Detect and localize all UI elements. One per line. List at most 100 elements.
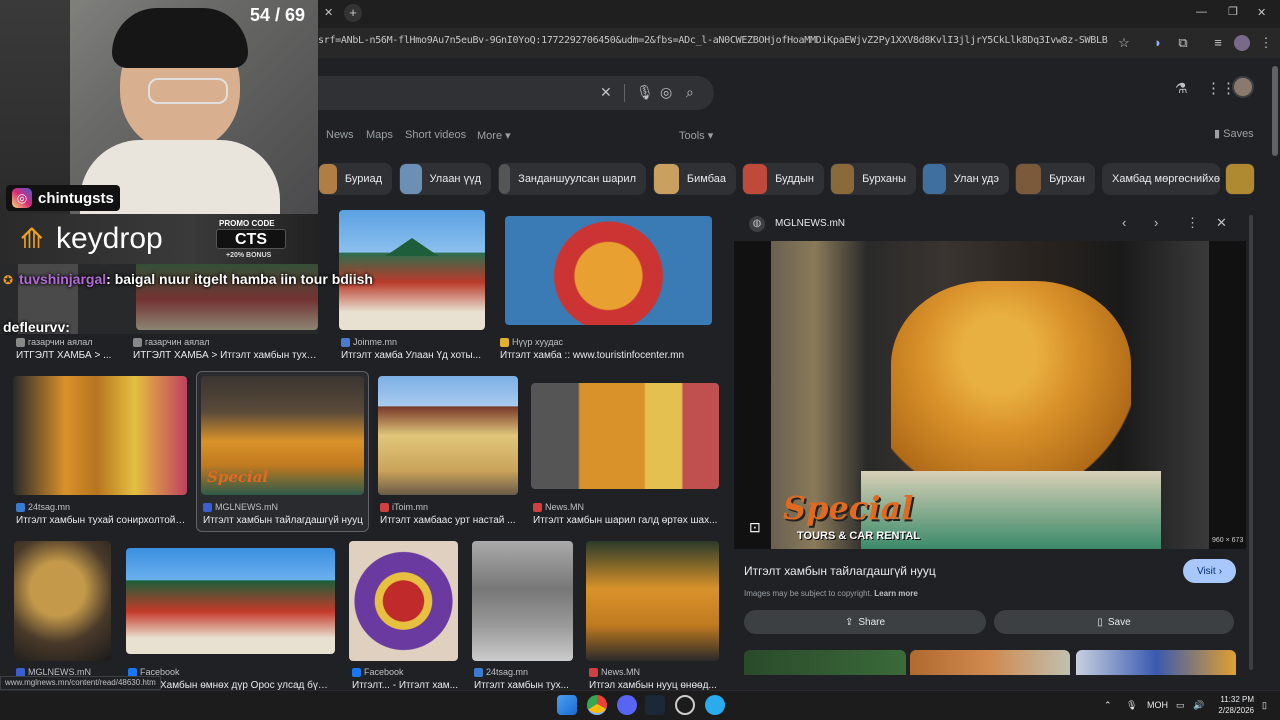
tray-chevron-icon[interactable]: ⌃ xyxy=(1104,700,1112,711)
chip-ulaan-uud[interactable]: Улаан үүд xyxy=(399,163,491,195)
save-button[interactable]: ▯ Save xyxy=(994,610,1234,634)
panel-more-icon[interactable]: ⋮ xyxy=(1186,215,1199,231)
maximize-icon[interactable]: ❐ xyxy=(1228,5,1238,18)
lens-search-icon[interactable]: ◎ xyxy=(660,84,672,101)
panel-title[interactable]: Итгэлт хамбын тайлагдашгүй нууц xyxy=(744,564,936,578)
result-image-9[interactable] xyxy=(126,548,335,654)
new-tab-icon[interactable]: + xyxy=(344,4,362,22)
account-avatar[interactable] xyxy=(1232,76,1254,98)
discord-icon[interactable] xyxy=(617,695,637,715)
chip-bimbaa[interactable]: Бимбаа xyxy=(653,163,736,195)
result-title[interactable]: Итгэлт хамбын тайлагдашгүй нууц xyxy=(203,515,363,526)
preview-image[interactable]: Special TOURS & CAR RENTAL xyxy=(771,241,1209,549)
voice-search-icon[interactable]: 🎙 xyxy=(636,84,654,101)
result-image-2[interactable] xyxy=(339,210,485,330)
result-image-12[interactable] xyxy=(586,541,719,661)
lens-icon[interactable]: ⊡ xyxy=(749,519,761,536)
labs-flask-icon[interactable]: ⚗ xyxy=(1175,80,1188,97)
result-image-5[interactable]: Special xyxy=(201,376,364,495)
start-icon[interactable] xyxy=(557,695,577,715)
result-title[interactable]: Итгэлт хамба Улаан Үд хоты... xyxy=(341,350,486,361)
share-button[interactable]: ⇪ Share xyxy=(744,610,986,634)
obs-icon[interactable] xyxy=(675,695,695,715)
chip-buriad[interactable]: Буриад xyxy=(318,163,392,195)
result-title[interactable]: Итгэлт хамбын шарил галд өртөх шах... xyxy=(533,515,718,526)
favicon xyxy=(341,337,350,347)
result-image-8[interactable] xyxy=(14,541,111,661)
clock[interactable]: 11:32 PM 2/28/2026 xyxy=(1212,694,1254,716)
result-image-6[interactable] xyxy=(378,376,518,495)
preview-image-frame: Special TOURS & CAR RENTAL ⊡ 960 × 673 xyxy=(734,241,1246,549)
result-title[interactable]: Итгэлт хамбаас урт настай ... xyxy=(380,515,518,526)
page-scrollbar[interactable] xyxy=(1272,66,1278,156)
related-image-3[interactable] xyxy=(1076,650,1236,675)
close-panel-icon[interactable]: ✕ xyxy=(1216,215,1227,231)
tools-button[interactable]: Tools ▾ xyxy=(679,129,713,142)
result-title[interactable]: Итгэлт хамбын тухай сонирхолтой ... xyxy=(16,515,186,526)
chip-ulan-ude[interactable]: Улан удэ xyxy=(922,163,1009,195)
instagram-icon: ◎ xyxy=(12,188,32,208)
visit-button[interactable]: Visit › xyxy=(1183,559,1236,583)
panel-source[interactable]: MGLNEWS.mN xyxy=(775,218,845,229)
saves-link[interactable]: ▮ Saves xyxy=(1214,127,1254,140)
telegram-icon[interactable] xyxy=(705,695,725,715)
close-window-icon[interactable]: ✕ xyxy=(1257,6,1266,19)
chip-overflow[interactable] xyxy=(1225,163,1255,195)
result-source: 24tsag.mn xyxy=(474,667,574,677)
extensions-icon[interactable]: ⧉ xyxy=(1175,35,1191,51)
search-icon[interactable]: ⌕ xyxy=(686,84,694,101)
clock-time: 11:32 PM xyxy=(1220,695,1254,704)
bookmark-star-icon[interactable]: ☆ xyxy=(1116,35,1132,51)
result-image-3[interactable] xyxy=(505,216,712,325)
more-menu-icon[interactable]: ⋮ xyxy=(1258,35,1274,51)
taskbar xyxy=(0,690,1280,720)
prev-image-icon[interactable]: ‹ xyxy=(1122,215,1126,230)
volume-icon[interactable]: 🔊 xyxy=(1193,700,1204,711)
chip-label: Бимбаа xyxy=(686,173,726,185)
chip-burkhan[interactable]: Бурхан xyxy=(1015,163,1095,195)
chip-label: Бурханы xyxy=(862,173,906,185)
instagram-badge: ◎ chintugsts xyxy=(6,185,120,211)
network-icon[interactable]: ▭ xyxy=(1176,700,1185,711)
minimize-icon[interactable]: — xyxy=(1196,6,1207,18)
related-image-1[interactable] xyxy=(744,650,906,675)
address-bar[interactable]: srf=ANbL-n56M-flHmo9Au7n5euBv-9GnI0YoQ:1… xyxy=(318,35,1108,46)
tab-news[interactable]: News xyxy=(326,129,354,141)
tab-short-videos[interactable]: Short videos xyxy=(405,129,466,141)
chip-zandan[interactable]: Занданшуулсан шарил xyxy=(498,163,646,195)
chip-thumb xyxy=(319,164,337,194)
chip-buddyn[interactable]: Буддын xyxy=(742,163,824,195)
notifications-icon[interactable]: ▯ xyxy=(1262,700,1267,711)
favicon xyxy=(203,502,212,512)
result-title[interactable]: Итгэлт хамба :: www.touristinfocenter.mn xyxy=(500,350,715,361)
profile-avatar[interactable] xyxy=(1234,35,1250,51)
promo-label: PROMO CODE xyxy=(219,219,275,228)
clear-search-icon[interactable]: ✕ xyxy=(600,84,612,101)
next-image-icon[interactable]: › xyxy=(1154,215,1158,230)
result-image-7[interactable] xyxy=(531,383,719,489)
chrome-icon[interactable] xyxy=(587,695,607,715)
media-icon[interactable]: ≡ xyxy=(1210,35,1226,51)
learn-more-link[interactable]: Learn more xyxy=(874,589,918,598)
chip-burkhany[interactable]: Бурханы xyxy=(830,163,916,195)
result-source: News.MN xyxy=(589,667,709,677)
input-language[interactable]: МОН xyxy=(1147,700,1168,710)
search-box[interactable]: ✕ 🎙 ◎ ⌕ xyxy=(318,76,714,110)
result-image-4[interactable] xyxy=(13,376,187,495)
panel-scrollbar[interactable] xyxy=(1249,215,1253,670)
read-aloud-icon[interactable]: ◗ xyxy=(1150,35,1166,51)
chip-khambad[interactable]: Хамбад мөргөснийхөө xyxy=(1102,163,1220,195)
result-title[interactable]: ИТГЭЛТ ХАМБА > Итгэлт хамбын тухай... xyxy=(133,350,318,361)
result-image-11[interactable] xyxy=(472,541,573,661)
microphone-icon[interactable]: 🎙 xyxy=(1126,700,1137,711)
share-icon: ⇪ xyxy=(844,616,854,628)
steam-icon[interactable] xyxy=(645,695,665,715)
close-tab-icon[interactable]: ✕ xyxy=(324,6,333,19)
related-image-2[interactable] xyxy=(910,650,1070,675)
result-title[interactable]: ИТГЭЛТ ХАМБА > ... xyxy=(16,350,116,361)
tab-maps[interactable]: Maps xyxy=(366,129,393,141)
tab-more[interactable]: More ▾ xyxy=(477,129,511,142)
result-image-10[interactable] xyxy=(349,541,458,661)
favicon xyxy=(352,667,361,677)
streamer-hair xyxy=(112,8,248,68)
